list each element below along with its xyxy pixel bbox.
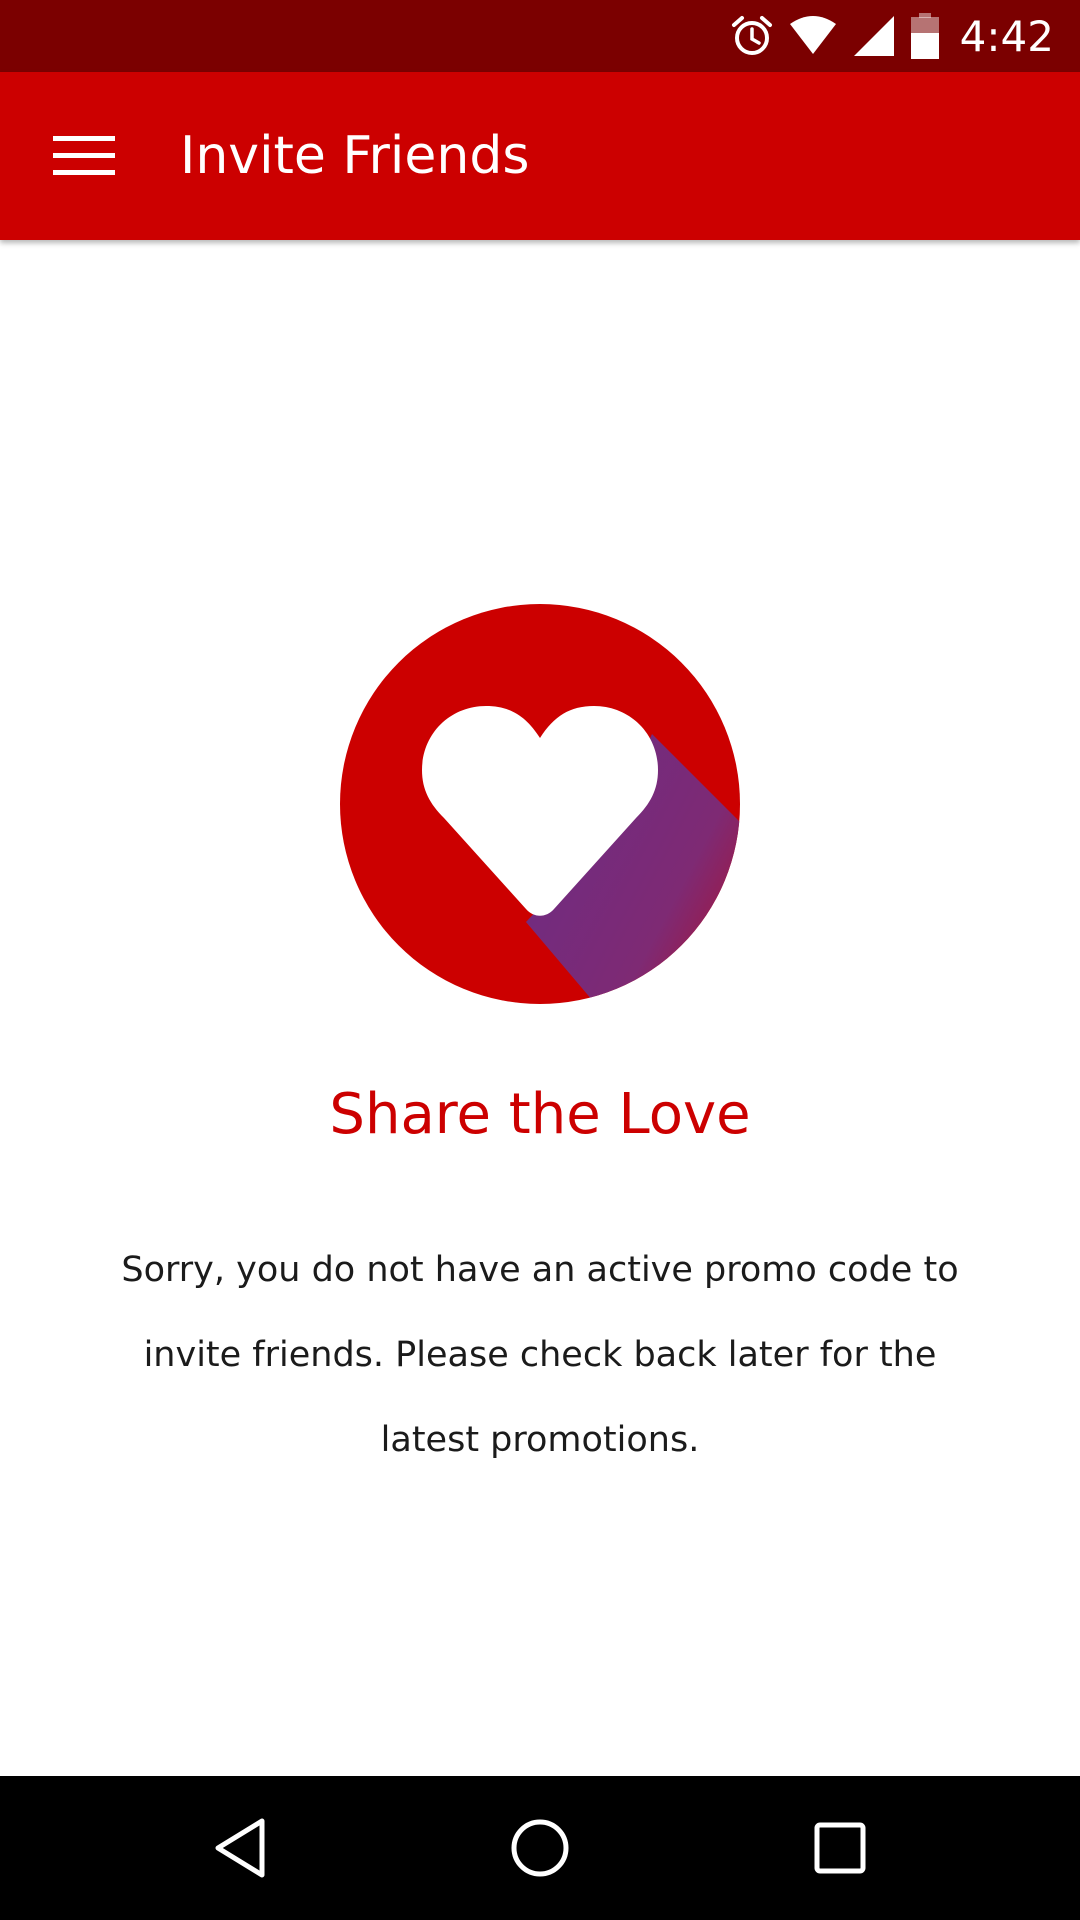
back-triangle-icon[interactable] (190, 1798, 290, 1898)
app-bar: Invite Friends (0, 72, 1080, 240)
headline: Share the Love (329, 1082, 751, 1147)
wifi-icon (788, 14, 838, 58)
home-circle-icon[interactable] (490, 1798, 590, 1898)
main-content: Share the Love Sorry, you do not have an… (0, 240, 1080, 1776)
status-time: 4:42 (959, 11, 1054, 61)
heart-icon (340, 604, 740, 1004)
page-title: Invite Friends (180, 126, 530, 186)
navigation-bar (0, 1776, 1080, 1920)
status-bar: 4:42 (0, 0, 1080, 72)
info-message: Sorry, you do not have an active promo c… (121, 1250, 959, 1460)
recents-square-icon[interactable] (790, 1798, 890, 1898)
alarm-icon (730, 14, 774, 58)
battery-icon (910, 13, 940, 59)
hamburger-menu-icon[interactable] (30, 108, 138, 204)
cell-signal-icon (852, 14, 896, 58)
